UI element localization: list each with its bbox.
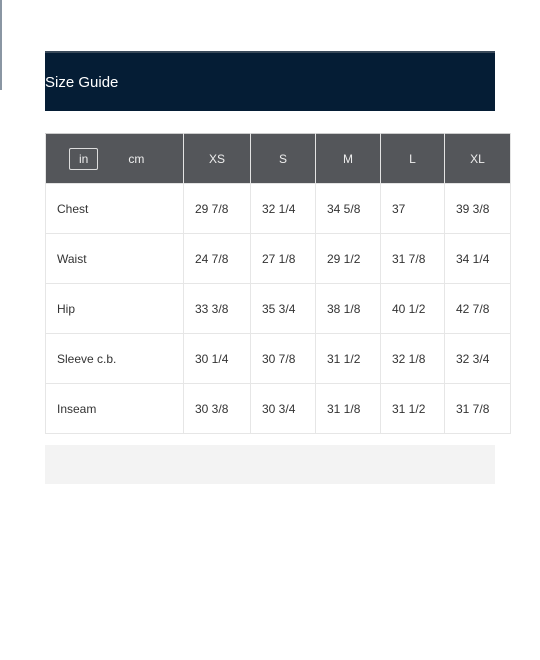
measurement-cell: 32 1/8 [380, 333, 445, 384]
size-header: XL [444, 133, 511, 184]
table-row: Waist 24 7/8 27 1/8 29 1/2 31 7/8 34 1/4 [45, 233, 511, 284]
measurement-cell: 40 1/2 [380, 283, 445, 334]
measurement-cell: 31 1/8 [315, 383, 381, 434]
measurement-cell: 31 1/2 [380, 383, 445, 434]
measurement-cell: 32 1/4 [250, 183, 316, 234]
measurement-cell: 31 7/8 [444, 383, 511, 434]
measurement-cell: 34 5/8 [315, 183, 381, 234]
table-row: Chest 29 7/8 32 1/4 34 5/8 37 39 3/8 [45, 183, 511, 234]
size-guide-header: Size Guide [45, 51, 495, 111]
table-row: Sleeve c.b. 30 1/4 30 7/8 31 1/2 32 1/8 32 3/… [45, 333, 511, 384]
size-header: M [315, 133, 381, 184]
window-edge [0, 0, 2, 90]
size-table: in cm XS S M L XL Chest 29 7/8 32 1/4 34 5/… [45, 133, 511, 434]
measurement-cell: 24 7/8 [183, 233, 251, 284]
measurement-cell: 42 7/8 [444, 283, 511, 334]
measurement-cell: 38 1/8 [315, 283, 381, 334]
unit-toggle: in cm [45, 133, 184, 184]
measurement-cell: 30 7/8 [250, 333, 316, 384]
measurement-cell: 34 1/4 [444, 233, 511, 284]
size-header: L [380, 133, 445, 184]
measurement-cell: 27 1/8 [250, 233, 316, 284]
footer-panel [45, 445, 495, 484]
measurement-cell: 31 1/2 [315, 333, 381, 384]
measurement-cell: 35 3/4 [250, 283, 316, 334]
measurement-cell: 30 1/4 [183, 333, 251, 384]
size-header: XS [183, 133, 251, 184]
measurement-cell: 30 3/4 [250, 383, 316, 434]
row-label: Waist [45, 233, 184, 284]
row-label: Inseam [45, 383, 184, 434]
page-title: Size Guide [45, 73, 119, 91]
measurement-cell: 33 3/8 [183, 283, 251, 334]
table-row: Hip 33 3/8 35 3/4 38 1/8 40 1/2 42 7/8 [45, 283, 511, 334]
measurement-cell: 30 3/8 [183, 383, 251, 434]
row-label: Hip [45, 283, 184, 334]
measurement-cell: 32 3/4 [444, 333, 511, 384]
row-label: Chest [45, 183, 184, 234]
unit-in-button[interactable]: in [69, 147, 99, 170]
header-row: in cm XS S M L XL [45, 133, 511, 184]
measurement-cell: 29 7/8 [183, 183, 251, 234]
measurement-cell: 29 1/2 [315, 233, 381, 284]
size-header: S [250, 133, 316, 184]
measurement-cell: 37 [380, 183, 445, 234]
measurement-cell: 39 3/8 [444, 183, 511, 234]
row-label: Sleeve c.b. [45, 333, 184, 384]
table-row: Inseam 30 3/8 30 3/4 31 1/8 31 1/2 31 7/8 [45, 383, 511, 434]
unit-cm-button[interactable]: cm [128, 152, 144, 166]
measurement-cell: 31 7/8 [380, 233, 445, 284]
